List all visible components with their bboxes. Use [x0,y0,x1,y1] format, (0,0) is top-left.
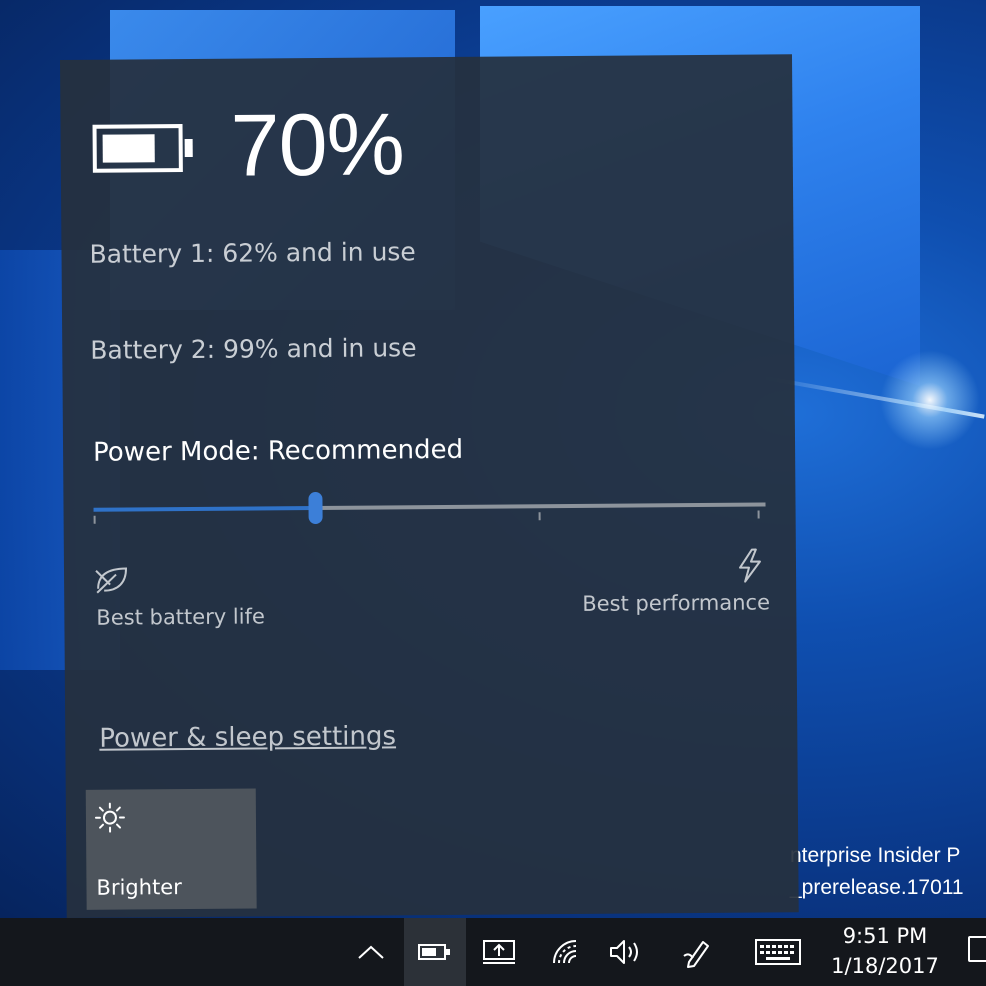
power-mode-slider[interactable] [93,484,766,529]
slider-track-filled[interactable] [93,506,316,512]
volume-icon [610,940,638,964]
action-center-icon[interactable] [968,936,986,962]
power-mode-title: Power Mode: Recommended [92,434,464,468]
taskbar: 9:51 PM 1/18/2017 [0,918,986,986]
battery-2-status: Battery 2: 99% and in use [90,333,417,365]
wallpaper-glow [880,350,980,450]
taskbar-clock[interactable]: 9:51 PM 1/18/2017 [820,918,950,986]
battery-fill [102,134,155,163]
watermark-line: _prerelease.17011 [790,876,964,899]
clock-date: 1/18/2017 [831,954,939,978]
battery-icon [418,944,450,960]
leaf-icon [95,567,127,594]
slider-thumb[interactable] [308,491,323,525]
battery-large-icon [92,124,193,173]
lightning-icon [739,548,761,583]
battery-1-status: Battery 1: 62% and in use [89,237,416,269]
pen-icon [683,941,709,968]
brighter-label: Brighter [96,875,182,900]
slider-tick [757,510,760,519]
battery-tip [184,138,193,158]
sun-icon [94,802,125,833]
network-button[interactable] [540,918,590,986]
slider-tick [538,512,541,521]
best-performance-label: Best performance [582,590,771,616]
brighter-quick-action[interactable]: Brighter [85,788,257,910]
keyboard-icon [755,939,801,965]
battery-percentage: 70% [230,94,405,195]
chevron-up-icon [358,945,384,959]
windows-ink-button[interactable] [672,918,722,986]
watermark-line: nterprise Insider P [790,844,961,867]
battery-header: 70% [92,94,405,195]
project-button[interactable] [472,918,526,986]
volume-button[interactable] [600,918,650,986]
power-sleep-settings-link[interactable]: Power & sleep settings [99,721,396,753]
touch-keyboard-button[interactable] [746,918,810,986]
show-hidden-icons-button[interactable] [346,918,396,986]
battery-tray-button[interactable] [404,918,466,986]
project-icon [483,940,515,964]
best-battery-life-label: Best battery life [96,604,265,630]
build-watermark: nterprise Insider P _prerelease.17011 [790,840,986,904]
wifi-icon [553,940,577,964]
slider-tick [93,515,96,524]
slider-track-empty[interactable] [315,502,766,511]
battery-flyout: 70% Battery 1: 62% and in use Battery 2:… [60,54,799,918]
clock-time: 9:51 PM [842,924,928,948]
